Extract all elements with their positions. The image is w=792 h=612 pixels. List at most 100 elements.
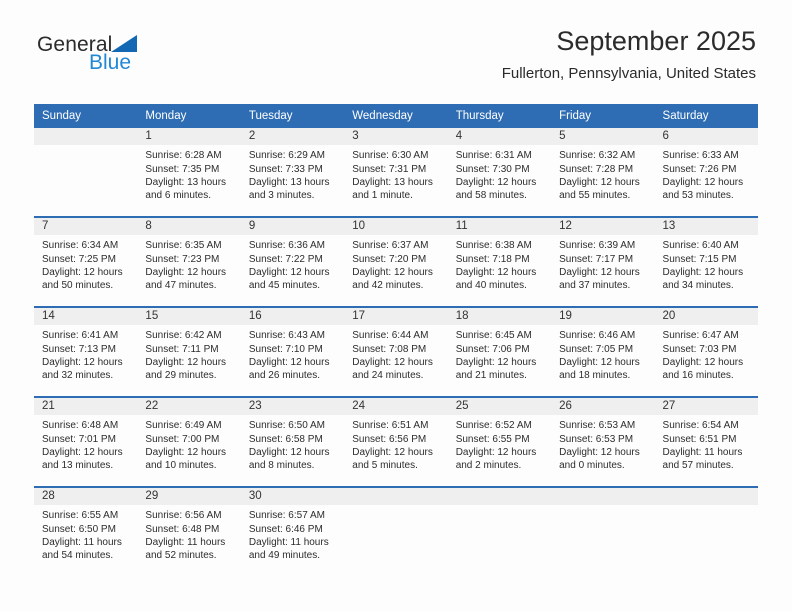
- day-sun-info: Sunrise: 6:51 AM Sunset: 6:56 PM Daylight:…: [344, 415, 447, 472]
- day-number: 25: [455, 400, 469, 413]
- calendar-day-cell[interactable]: 21 Sunrise: 6:48 AM Sunset: 7:01 PM Dayligh…: [34, 398, 138, 487]
- day-sun-info: Sunrise: 6:31 AM Sunset: 7:30 PM Daylight:…: [448, 145, 551, 202]
- calendar-day-cell[interactable]: 8 Sunrise: 6:35 AM Sunset: 7:23 PM Daylight…: [137, 218, 241, 307]
- daylight-text-line1: Daylight: 12 hours: [352, 446, 433, 458]
- calendar-day-cell[interactable]: 29 Sunrise: 6:56 AM Sunset: 6:48 PM Dayligh…: [137, 488, 241, 577]
- calendar-day-cell[interactable]: 11 Sunrise: 6:38 AM Sunset: 7:18 PM Dayligh…: [447, 218, 552, 307]
- calendar-day-cell[interactable]: 22 Sunrise: 6:49 AM Sunset: 7:00 PM Dayligh…: [137, 398, 241, 487]
- sunset-text: Sunset: 7:00 PM: [145, 433, 220, 445]
- calendar-day-cell[interactable]: 17 Sunrise: 6:44 AM Sunset: 7:08 PM Dayligh…: [344, 308, 448, 397]
- day-sun-info: Sunrise: 6:42 AM Sunset: 7:11 PM Daylight:…: [137, 325, 240, 382]
- calendar-day-cell[interactable]: 4 Sunrise: 6:31 AM Sunset: 7:30 PM Daylight…: [447, 128, 552, 217]
- daylight-text-line2: and 40 minutes.: [455, 279, 527, 291]
- calendar-day-cell[interactable]: 26 Sunrise: 6:53 AM Sunset: 6:53 PM Dayligh…: [551, 398, 655, 487]
- day-sun-info: Sunrise: 6:41 AM Sunset: 7:13 PM Daylight:…: [34, 325, 137, 382]
- sunset-text: Sunset: 7:23 PM: [145, 253, 220, 265]
- daylight-text-line1: Daylight: 12 hours: [145, 446, 227, 458]
- day-number-band: 9: [240, 218, 345, 236]
- day-number-band: 14: [34, 308, 138, 326]
- calendar-day-cell[interactable]: 27 Sunrise: 6:54 AM Sunset: 6:51 PM Dayligh…: [654, 398, 758, 487]
- day-number-band: [447, 488, 552, 506]
- sunset-text: Sunset: 6:58 PM: [248, 433, 323, 445]
- daylight-text-line1: Daylight: 12 hours: [248, 356, 330, 368]
- calendar-day-cell[interactable]: 25 Sunrise: 6:52 AM Sunset: 6:55 PM Dayligh…: [447, 398, 552, 487]
- day-number: 19: [559, 310, 572, 323]
- day-number: 26: [559, 400, 572, 413]
- day-sun-info: Sunrise: 6:45 AM Sunset: 7:06 PM Daylight:…: [448, 325, 551, 382]
- weekday-header-monday: Monday: [145, 110, 187, 122]
- daylight-text-line1: Daylight: 12 hours: [455, 356, 537, 368]
- day-number: 6: [662, 130, 669, 143]
- sunrise-text: Sunrise: 6:52 AM: [455, 420, 532, 432]
- calendar-day-cell[interactable]: 7 Sunrise: 6:34 AM Sunset: 7:25 PM Daylight…: [34, 218, 138, 307]
- daylight-text-line2: and 13 minutes.: [42, 459, 114, 471]
- calendar-day-cell[interactable]: 6 Sunrise: 6:33 AM Sunset: 7:26 PM Daylight…: [654, 128, 758, 217]
- calendar-week-row: 7 Sunrise: 6:34 AM Sunset: 7:25 PM Daylight…: [34, 216, 758, 307]
- page-title: September 2025: [556, 26, 756, 56]
- calendar-day-cell[interactable]: 3 Sunrise: 6:30 AM Sunset: 7:31 PM Daylight…: [344, 128, 448, 217]
- daylight-text-line2: and 37 minutes.: [559, 279, 631, 291]
- day-number-band: 19: [551, 308, 655, 326]
- sunset-text: Sunset: 7:28 PM: [559, 163, 634, 175]
- sunrise-text: Sunrise: 6:36 AM: [248, 240, 325, 252]
- daylight-text-line2: and 55 minutes.: [559, 189, 631, 201]
- calendar-day-cell[interactable]: 18 Sunrise: 6:45 AM Sunset: 7:06 PM Dayligh…: [447, 308, 552, 397]
- day-number: 16: [248, 310, 262, 323]
- calendar-day-cell[interactable]: 19 Sunrise: 6:46 AM Sunset: 7:05 PM Dayligh…: [551, 308, 655, 397]
- calendar-day-cell[interactable]: 10 Sunrise: 6:37 AM Sunset: 7:20 PM Dayligh…: [344, 218, 448, 307]
- sunset-text: Sunset: 7:15 PM: [662, 253, 737, 265]
- daylight-text-line2: and 21 minutes.: [455, 369, 527, 381]
- daylight-text-line2: and 49 minutes.: [248, 549, 321, 561]
- calendar-day-cell[interactable]: 24 Sunrise: 6:51 AM Sunset: 6:56 PM Dayligh…: [344, 398, 448, 487]
- calendar-day-cell[interactable]: 2 Sunrise: 6:29 AM Sunset: 7:33 PM Daylight…: [240, 128, 345, 217]
- calendar-day-cell[interactable]: 9 Sunrise: 6:36 AM Sunset: 7:22 PM Daylight…: [240, 218, 345, 307]
- day-number-band: 4: [447, 128, 552, 146]
- sunset-text: Sunset: 7:03 PM: [662, 343, 737, 355]
- calendar-day-cell[interactable]: 1 Sunrise: 6:28 AM Sunset: 7:35 PM Daylight…: [137, 128, 241, 217]
- day-sun-info: Sunrise: 6:29 AM Sunset: 7:33 PM Daylight:…: [241, 145, 344, 202]
- calendar-day-cell[interactable]: 5 Sunrise: 6:32 AM Sunset: 7:28 PM Daylight…: [551, 128, 655, 217]
- sunrise-text: Sunrise: 6:30 AM: [352, 150, 429, 162]
- sunset-text: Sunset: 7:10 PM: [248, 343, 323, 355]
- sunset-text: Sunset: 6:53 PM: [559, 433, 634, 445]
- day-number: 20: [662, 310, 676, 323]
- calendar-day-cell[interactable]: 23 Sunrise: 6:50 AM Sunset: 6:58 PM Dayligh…: [240, 398, 345, 487]
- weekday-header-wednesday: Wednesday: [352, 110, 413, 122]
- daylight-text-line2: and 45 minutes.: [248, 279, 321, 291]
- calendar-day-cell[interactable]: 28 Sunrise: 6:55 AM Sunset: 6:50 PM Dayligh…: [34, 488, 138, 577]
- daylight-text-line1: Daylight: 12 hours: [559, 356, 640, 368]
- calendar-day-cell[interactable]: 16 Sunrise: 6:43 AM Sunset: 7:10 PM Dayligh…: [240, 308, 345, 397]
- calendar-week-row: 14 Sunrise: 6:41 AM Sunset: 7:13 PM Dayligh…: [34, 306, 758, 397]
- general-blue-logo[interactable]: General Blue: [37, 34, 237, 80]
- daylight-text-line2: and 54 minutes.: [42, 549, 114, 561]
- day-number: 15: [145, 310, 159, 323]
- day-number: 3: [352, 130, 359, 143]
- daylight-text-line2: and 50 minutes.: [42, 279, 114, 291]
- day-number: 13: [662, 220, 676, 233]
- sunrise-text: Sunrise: 6:56 AM: [145, 510, 222, 522]
- sunrise-text: Sunrise: 6:48 AM: [42, 420, 119, 432]
- daylight-text-line2: and 5 minutes.: [352, 459, 418, 471]
- daylight-text-line1: Daylight: 13 hours: [145, 176, 227, 188]
- sunset-text: Sunset: 7:17 PM: [559, 253, 634, 265]
- daylight-text-line1: Daylight: 12 hours: [352, 266, 433, 278]
- day-number-band: 17: [344, 308, 448, 326]
- calendar-day-cell[interactable]: 20 Sunrise: 6:47 AM Sunset: 7:03 PM Dayligh…: [654, 308, 758, 397]
- page-subtitle: Fullerton, Pennsylvania, United States: [501, 65, 756, 83]
- calendar-day-cell[interactable]: 14 Sunrise: 6:41 AM Sunset: 7:13 PM Dayligh…: [34, 308, 138, 397]
- calendar-day-cell[interactable]: 30 Sunrise: 6:57 AM Sunset: 6:46 PM Dayligh…: [240, 488, 345, 577]
- day-sun-info: Sunrise: 6:54 AM Sunset: 6:51 PM Daylight:…: [655, 415, 758, 472]
- daylight-text-line1: Daylight: 12 hours: [559, 266, 640, 278]
- daylight-text-line2: and 8 minutes.: [248, 459, 315, 471]
- day-number-band: 25: [447, 398, 552, 416]
- day-number: 8: [145, 220, 152, 233]
- daylight-text-line2: and 3 minutes.: [248, 189, 315, 201]
- weekday-header-saturday: Saturday: [662, 110, 709, 122]
- calendar-day-cell[interactable]: 15 Sunrise: 6:42 AM Sunset: 7:11 PM Dayligh…: [137, 308, 241, 397]
- day-sun-info: Sunrise: 6:37 AM Sunset: 7:20 PM Daylight:…: [344, 235, 447, 292]
- daylight-text-line1: Daylight: 12 hours: [145, 356, 227, 368]
- day-number: 11: [455, 220, 468, 233]
- daylight-text-line2: and 24 minutes.: [352, 369, 424, 381]
- calendar-day-cell[interactable]: 12 Sunrise: 6:39 AM Sunset: 7:17 PM Dayligh…: [551, 218, 655, 307]
- calendar-day-cell[interactable]: 13 Sunrise: 6:40 AM Sunset: 7:15 PM Dayligh…: [654, 218, 758, 307]
